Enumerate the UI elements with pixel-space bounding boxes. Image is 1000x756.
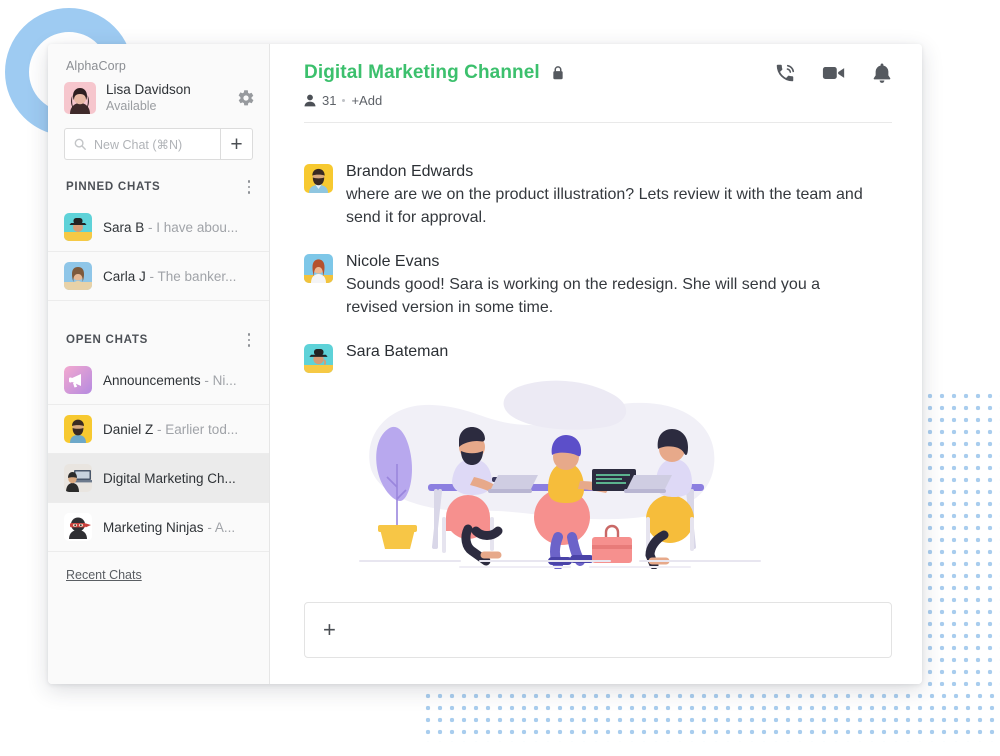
person-icon	[304, 94, 316, 107]
marketing-ninjas-avatar	[64, 513, 92, 541]
header-actions	[774, 62, 892, 84]
list-item-label: Marketing Ninjas - A...	[103, 520, 235, 535]
phone-call-icon[interactable]	[774, 62, 796, 84]
message-list: Brandon Edwards where are we on the prod…	[270, 123, 922, 602]
search-input[interactable]: New Chat (⌘N)	[64, 128, 220, 160]
list-item-label: Digital Marketing Ch...	[103, 471, 236, 486]
chat-preview: - Earlier tod...	[157, 421, 239, 437]
chat-preview: - Ni...	[204, 372, 237, 388]
chat-app-window: AlphaCorp Lisa Davidson Available New Ch…	[48, 44, 922, 684]
list-item-label: Sara B - I have abou...	[103, 220, 238, 235]
team-working-at-desk-illustration	[340, 369, 780, 574]
message-author: Brandon Edwards	[346, 163, 474, 180]
add-members-button[interactable]: +Add	[351, 93, 382, 108]
message-composer[interactable]: +	[304, 602, 892, 658]
new-chat-search-area: New Chat (⌘N) +	[48, 114, 269, 160]
channel-meta: 31 +Add	[304, 93, 892, 108]
current-user-status: Available	[106, 99, 157, 113]
message-author: Nicole Evans	[346, 253, 440, 270]
attach-button[interactable]: +	[323, 617, 336, 643]
chat-preview: - I have abou...	[148, 219, 239, 235]
section-header-pinned-chats: PINNED CHATS	[48, 160, 269, 203]
announcements-avatar	[64, 366, 92, 394]
chat-name: Digital Marketing Ch...	[103, 470, 236, 486]
current-user-row[interactable]: Lisa Davidson Available	[48, 73, 269, 114]
new-chat-button[interactable]: +	[220, 128, 253, 160]
list-item[interactable]: Announcements - Ni...	[48, 356, 269, 405]
section-header-open-chats: OPEN CHATS	[48, 313, 269, 356]
list-item[interactable]: Sara B - I have abou...	[48, 203, 269, 252]
org-name: AlphaCorp	[66, 59, 126, 73]
message-item: Brandon Edwards where are we on the prod…	[304, 161, 892, 229]
message-text: where are we on the product illustration…	[346, 186, 863, 226]
chat-name: Announcements	[103, 372, 201, 388]
message-item: Sara Bateman	[304, 341, 892, 574]
screen: AlphaCorp Lisa Davidson Available New Ch…	[0, 0, 1000, 756]
section-title: OPEN CHATS	[66, 334, 149, 346]
main-panel: Digital Marketing Channel 31 +Add Brando…	[270, 44, 922, 684]
decorative-dot-grid-right	[922, 388, 1000, 686]
list-item-label: Daniel Z - Earlier tod...	[103, 422, 238, 437]
list-item-digital-marketing-channel[interactable]: Digital Marketing Ch...	[48, 454, 269, 503]
chat-preview: - A...	[207, 519, 236, 535]
list-item[interactable]: Daniel Z - Earlier tod...	[48, 405, 269, 454]
list-item-label: Announcements - Ni...	[103, 373, 237, 388]
channel-header: Digital Marketing Channel 31 +Add	[270, 44, 922, 108]
gear-icon[interactable]	[237, 89, 255, 107]
recent-chats-link[interactable]: Recent Chats	[48, 552, 269, 582]
carla-j-avatar	[64, 262, 92, 290]
more-vertical-icon[interactable]	[247, 332, 251, 348]
list-item[interactable]: Carla J - The banker...	[48, 252, 269, 301]
page-title: Digital Marketing Channel	[304, 62, 540, 83]
separator-dot	[342, 99, 346, 102]
sara-bateman-avatar	[304, 344, 333, 373]
sidebar: AlphaCorp Lisa Davidson Available New Ch…	[48, 44, 270, 684]
brandon-edwards-avatar	[304, 164, 333, 193]
daniel-z-avatar	[64, 415, 92, 443]
chat-name: Daniel Z	[103, 421, 154, 437]
video-camera-icon[interactable]	[822, 62, 846, 84]
list-item[interactable]: Marketing Ninjas - A...	[48, 503, 269, 552]
decorative-dot-grid-bottom	[420, 688, 1000, 742]
search-placeholder: New Chat (⌘N)	[94, 137, 183, 152]
nicole-evans-avatar	[304, 254, 333, 283]
bell-icon[interactable]	[872, 62, 892, 84]
message-author: Sara Bateman	[346, 343, 449, 360]
chat-name: Carla J	[103, 268, 146, 284]
current-user-name: Lisa Davidson	[106, 82, 191, 97]
digital-marketing-avatar	[64, 464, 92, 492]
more-vertical-icon[interactable]	[247, 179, 251, 195]
chat-name: Sara B	[103, 219, 145, 235]
chat-name: Marketing Ninjas	[103, 519, 204, 535]
message-text: Sounds good! Sara is working on the rede…	[346, 276, 821, 316]
list-item-label: Carla J - The banker...	[103, 269, 236, 284]
avatar	[64, 82, 96, 114]
section-title: PINNED CHATS	[66, 181, 161, 193]
lock-icon	[551, 65, 565, 81]
message-item: Nicole Evans Sounds good! Sara is workin…	[304, 251, 892, 319]
member-count: 31	[322, 93, 337, 108]
chat-preview: - The banker...	[149, 268, 237, 284]
sara-b-avatar	[64, 213, 92, 241]
